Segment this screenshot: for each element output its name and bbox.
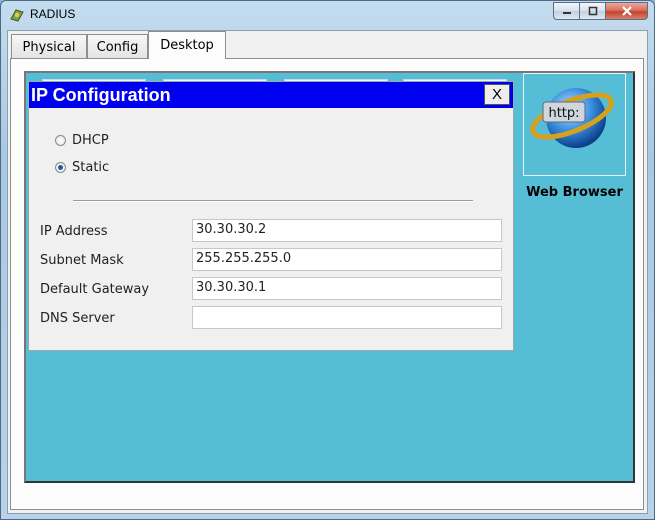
default-gateway-label: Default Gateway (40, 282, 150, 297)
default-gateway-input[interactable]: 30.30.30.1 (192, 277, 502, 300)
dhcp-label: DHCP (72, 133, 109, 148)
minimize-button[interactable] (553, 2, 579, 20)
dialog-close-button[interactable]: X (484, 84, 510, 105)
ip-configuration-dialog: IP Configuration X DHCP Static IP Addres… (28, 81, 514, 351)
ip-address-label: IP Address (40, 224, 108, 239)
dhcp-radio[interactable] (55, 135, 66, 146)
maximize-button[interactable] (579, 2, 605, 20)
web-browser-app[interactable]: http: (523, 73, 626, 176)
tab-label: Physical (22, 39, 76, 55)
dhcp-option[interactable]: DHCP (55, 133, 109, 148)
tab-label: Desktop (160, 38, 214, 53)
static-label: Static (72, 160, 110, 175)
subnet-mask-input[interactable]: 255.255.255.0 (192, 248, 502, 271)
app-window: RADIUS Physical Config Desktop http: Web… (0, 0, 655, 520)
tab-desktop[interactable]: Desktop (148, 31, 226, 59)
web-browser-icon: http: (530, 88, 614, 148)
tab-label: Config (96, 39, 139, 55)
subnet-mask-label: Subnet Mask (40, 253, 124, 268)
ip-address-input[interactable]: 30.30.30.2 (192, 219, 502, 242)
http-text: http: (548, 106, 579, 121)
close-window-button[interactable] (605, 2, 648, 20)
tab-config[interactable]: Config (87, 34, 148, 59)
client-area: Physical Config Desktop http: Web Browse… (7, 30, 648, 514)
close-icon (621, 6, 632, 16)
web-browser-label: Web Browser (526, 185, 623, 200)
maximize-icon (588, 6, 597, 16)
app-logo-icon (10, 9, 24, 22)
divider (73, 200, 473, 202)
dns-server-input[interactable] (192, 306, 502, 329)
window-controls (553, 2, 648, 20)
tab-physical[interactable]: Physical (11, 34, 87, 59)
minimize-icon (562, 12, 571, 14)
desktop-area: http: Web Browser IP Configuration X DHC… (24, 71, 635, 483)
desktop-tab-panel: http: Web Browser IP Configuration X DHC… (10, 58, 644, 510)
static-option[interactable]: Static (55, 160, 109, 175)
dialog-title-bar[interactable]: IP Configuration X (29, 82, 513, 108)
static-radio[interactable] (55, 162, 66, 173)
window-title: RADIUS (30, 7, 76, 21)
title-bar[interactable]: RADIUS (1, 1, 654, 29)
dialog-title: IP Configuration (31, 85, 171, 105)
dns-server-label: DNS Server (40, 311, 115, 326)
